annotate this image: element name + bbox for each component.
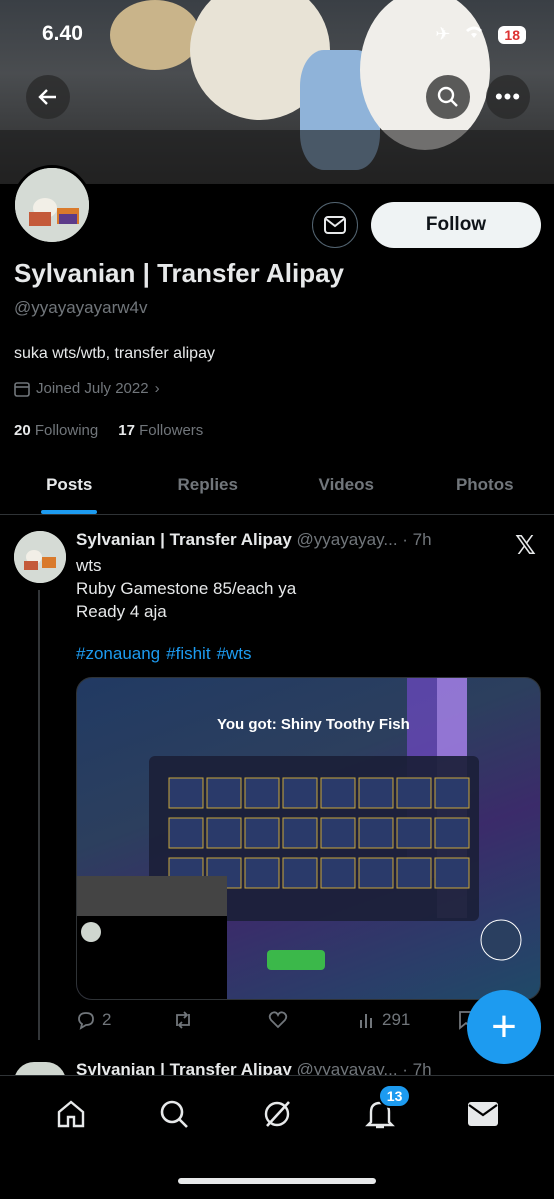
tab-replies[interactable]: Replies xyxy=(139,455,278,514)
post-hashtags: #zonauang #fishit #wts xyxy=(76,644,252,664)
search-tab[interactable] xyxy=(154,1094,194,1134)
post-handle-time: @yyayayay... · 7h xyxy=(296,530,432,549)
tab-photos[interactable]: Photos xyxy=(416,455,554,514)
profile-tabs: Posts Replies Videos Photos xyxy=(0,455,554,515)
search-button[interactable] xyxy=(426,75,470,119)
profile-name: Sylvanian | Transfer Alipay xyxy=(14,258,345,288)
repost-button[interactable] xyxy=(172,1010,268,1030)
mail-icon xyxy=(467,1102,498,1126)
media-caption: You got: Shiny Toothy Fish xyxy=(217,716,410,733)
message-button[interactable] xyxy=(312,202,358,248)
back-arrow-icon xyxy=(38,89,56,105)
wifi-icon xyxy=(464,24,484,45)
joined-date: Joined July 2022 › xyxy=(14,380,160,397)
back-button[interactable] xyxy=(26,75,70,119)
plus-icon: + xyxy=(491,1002,517,1051)
views-button[interactable]: 291 xyxy=(358,1010,458,1030)
profile-handle: @yyayayayarw4v xyxy=(14,298,148,317)
tab-posts[interactable]: Posts xyxy=(0,455,139,514)
home-icon xyxy=(58,1100,85,1128)
messages-tab[interactable] xyxy=(463,1094,503,1134)
airplane-icon: ✈ xyxy=(435,24,451,44)
search-icon xyxy=(160,1100,189,1128)
followers-count: 17 xyxy=(118,422,135,439)
profile-avatar[interactable] xyxy=(12,165,92,245)
following-label: Following xyxy=(34,422,99,439)
notifications-tab[interactable]: 13 xyxy=(360,1084,412,1134)
battery-indicator: 18 xyxy=(498,25,526,44)
x-logo-icon: 𝕏 xyxy=(515,530,536,560)
hashtag-link[interactable]: #zonauang xyxy=(76,644,160,664)
thread-line xyxy=(38,590,40,1040)
views-count: 291 xyxy=(382,1010,411,1029)
grok-tab[interactable] xyxy=(257,1094,297,1134)
more-options-button[interactable]: ••• xyxy=(486,75,530,119)
home-indicator xyxy=(178,1178,376,1184)
calendar-icon xyxy=(14,381,30,397)
tab-videos[interactable]: Videos xyxy=(277,455,416,514)
followers-link[interactable]: 17 Followers xyxy=(118,422,203,439)
followers-label: Followers xyxy=(139,422,204,439)
reply-icon xyxy=(78,1012,94,1030)
hashtag-link[interactable]: #wts xyxy=(217,644,252,664)
post-author[interactable]: Sylvanian | Transfer Alipay xyxy=(76,530,292,549)
chevron-right-icon: › xyxy=(154,380,160,397)
status-bar: 6.40 ✈ 18 xyxy=(0,18,554,50)
post-avatar[interactable] xyxy=(14,531,66,583)
clock: 6.40 xyxy=(42,22,83,45)
mail-icon xyxy=(324,216,346,234)
repost-icon xyxy=(176,1011,190,1029)
post-media-image[interactable]: You got: Shiny Toothy Fish xyxy=(76,677,541,1000)
reply-button[interactable]: 2 xyxy=(76,1010,172,1030)
grok-icon xyxy=(264,1101,290,1127)
compose-post-button[interactable]: + xyxy=(467,990,541,1064)
following-link[interactable]: 20 Following xyxy=(14,422,98,439)
heart-icon xyxy=(268,1011,288,1029)
hashtag-link[interactable]: #fishit xyxy=(166,644,210,664)
post-header: Sylvanian | Transfer Alipay @yyayayay...… xyxy=(76,530,432,550)
profile-bio: suka wts/wtb, transfer alipay xyxy=(14,345,215,362)
reply-count: 2 xyxy=(102,1010,112,1029)
notification-badge: 13 xyxy=(377,1084,412,1108)
post-text: wts Ruby Gamestone 85/each ya Ready 4 aj… xyxy=(76,556,297,621)
follow-button[interactable]: Follow xyxy=(371,202,541,248)
home-tab[interactable] xyxy=(51,1094,91,1134)
joined-label: Joined July 2022 xyxy=(36,380,149,397)
like-button[interactable] xyxy=(268,1010,358,1030)
views-icon xyxy=(360,1014,372,1028)
more-icon: ••• xyxy=(494,84,522,109)
following-count: 20 xyxy=(14,422,31,439)
search-icon xyxy=(437,86,458,107)
